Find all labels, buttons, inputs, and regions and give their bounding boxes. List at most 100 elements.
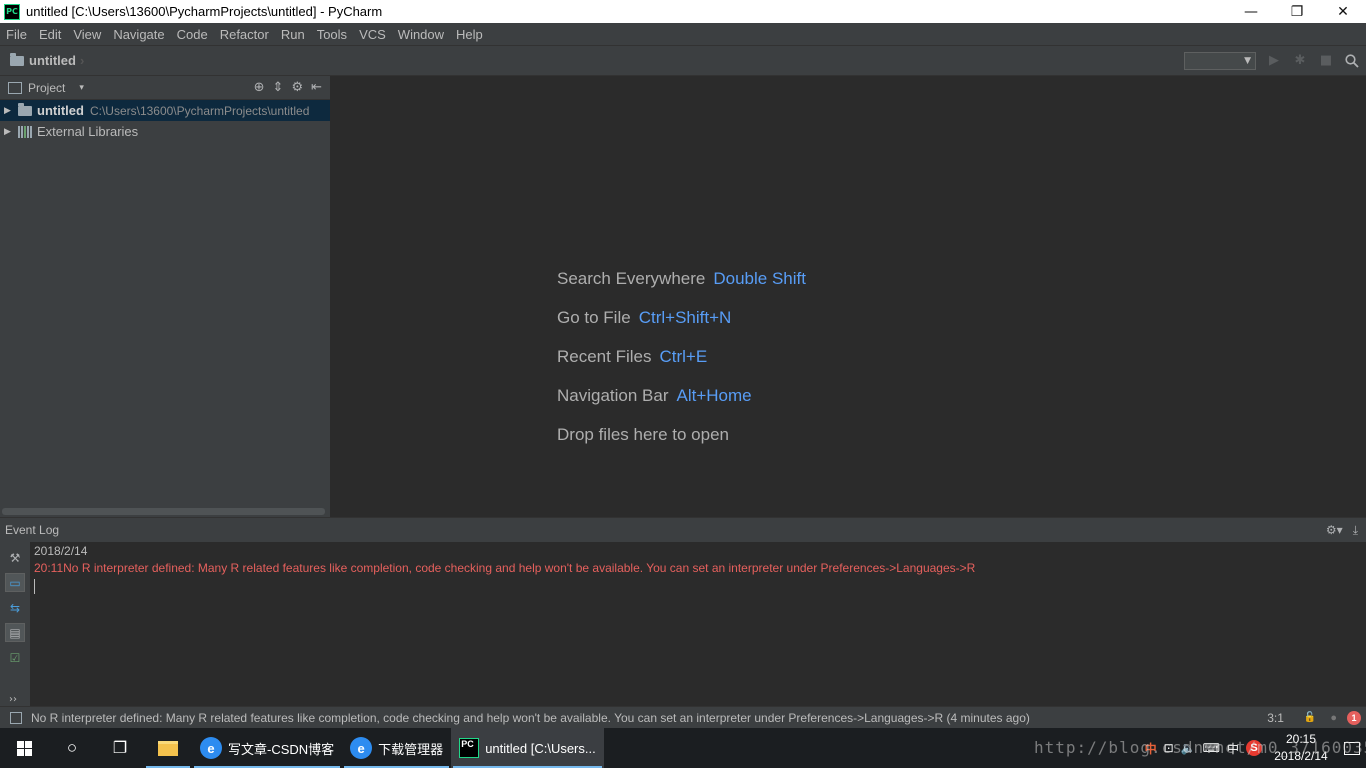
tree-item-label: External Libraries xyxy=(37,124,139,139)
input-language[interactable]: 中 xyxy=(1227,740,1239,757)
taskbar-app-label: 下载管理器 xyxy=(378,741,444,757)
hint-navigation-bar: Navigation Bar Alt+Home xyxy=(557,386,752,405)
taskbar-app-label: untitled [C:\Users... xyxy=(485,740,596,756)
tree-item-external-libraries[interactable]: ▶ External Libraries xyxy=(0,121,330,142)
inspector-icon[interactable]: ● xyxy=(1330,712,1337,724)
taskbar-app-pycharm[interactable]: PC untitled [C:\Users... xyxy=(451,728,604,768)
editor-area[interactable]: Search Everywhere Double Shift Go to File… xyxy=(332,76,1366,517)
file-explorer-icon xyxy=(158,740,178,756)
shortcut-label: Double Shift xyxy=(713,269,806,288)
hint-recent-files: Recent Files Ctrl+E xyxy=(557,347,708,366)
log-time: 20:11 xyxy=(34,561,64,575)
hide-panel-icon[interactable]: ⤓ xyxy=(1353,523,1358,538)
lock-icon[interactable]: 🔓 xyxy=(1304,712,1316,723)
hide-panel-icon[interactable]: ⇤ xyxy=(311,80,322,95)
editor-empty-hints: Search Everywhere Double Shift Go to File… xyxy=(557,269,806,464)
mark-read-icon[interactable]: ☑ xyxy=(5,648,25,667)
run-icon[interactable]: ▶ xyxy=(1266,53,1282,69)
gear-icon[interactable]: ⚙▾ xyxy=(1326,523,1343,538)
taskbar-app-download-manager[interactable]: e 下载管理器 xyxy=(342,728,451,768)
action-center-icon[interactable] xyxy=(1344,741,1360,755)
status-message[interactable]: No R interpreter defined: Many R related… xyxy=(31,711,1030,725)
event-log-tools: ⚙▾ ⤓ xyxy=(1326,523,1358,538)
sogou-input-icon[interactable]: S xyxy=(1246,740,1262,756)
folder-icon xyxy=(10,52,24,66)
shortcut-label: Alt+Home xyxy=(676,386,752,405)
restore-button[interactable]: ❐ xyxy=(1274,0,1320,23)
menu-vcs[interactable]: VCS xyxy=(353,27,392,42)
collapse-all-icon[interactable]: ⇕ xyxy=(273,80,284,95)
menu-file[interactable]: File xyxy=(0,27,33,42)
expand-arrow-icon[interactable]: ▶ xyxy=(0,126,18,137)
more-icon[interactable]: ›› xyxy=(9,694,17,705)
notification-badge[interactable]: 1 xyxy=(1347,710,1361,725)
network-icon[interactable]: ⊡ xyxy=(1164,741,1174,755)
horizontal-scrollbar[interactable] xyxy=(2,508,325,515)
library-icon xyxy=(18,125,32,138)
window-title-bar: PC untitled [C:\Users\13600\PycharmProje… xyxy=(0,0,1366,23)
menu-refactor[interactable]: Refactor xyxy=(214,27,275,42)
toolbar-actions: ▼ ▶ ✱ ■ xyxy=(1184,51,1360,70)
gear-icon[interactable]: ⚙ xyxy=(291,80,303,95)
taskbar-file-explorer[interactable] xyxy=(144,728,192,768)
breadcrumb[interactable]: untitled › xyxy=(10,52,85,68)
start-button[interactable] xyxy=(0,728,48,768)
ime-indicator[interactable]: 中 xyxy=(1145,740,1157,757)
system-clock[interactable]: 20:15 2018/2/14 xyxy=(1269,731,1333,765)
log-date: 2018/2/14 xyxy=(34,544,88,558)
windows-logo-icon xyxy=(16,740,32,756)
menu-help[interactable]: Help xyxy=(450,27,489,42)
search-icon[interactable]: ○ xyxy=(48,728,96,768)
tool-windows-toggle-icon[interactable] xyxy=(10,711,22,724)
project-panel-title[interactable]: Project xyxy=(28,81,65,95)
breadcrumb-separator: › xyxy=(79,53,85,68)
menu-run[interactable]: Run xyxy=(275,27,311,42)
menu-view[interactable]: View xyxy=(67,27,107,42)
scroll-from-source-icon[interactable]: ⊕ xyxy=(254,80,265,95)
tree-item-project-root[interactable]: ▶ untitled C:\Users\13600\PycharmProject… xyxy=(0,100,330,121)
volume-icon[interactable]: 🔈 xyxy=(1181,741,1196,755)
pycharm-icon: PC xyxy=(459,738,480,758)
minimize-button[interactable]: — xyxy=(1228,0,1274,23)
balloon-icon[interactable]: ▭ xyxy=(5,573,25,592)
taskbar-app-label: 写文章-CSDN博客 xyxy=(228,741,335,757)
settings-wrench-icon[interactable]: ⚒ xyxy=(5,548,25,567)
log-message: No R interpreter defined: Many R related… xyxy=(63,561,976,575)
pycharm-app-icon: PC xyxy=(4,3,20,20)
status-bar: No R interpreter defined: Many R related… xyxy=(0,706,1366,728)
folder-icon xyxy=(18,102,32,116)
shortcut-label: Ctrl+E xyxy=(659,347,708,366)
menu-bar: File Edit View Navigate Code Refactor Ru… xyxy=(0,23,1366,45)
close-button[interactable]: ✕ xyxy=(1320,0,1366,23)
caret-position[interactable]: 3:1 xyxy=(1267,711,1284,725)
menu-edit[interactable]: Edit xyxy=(33,27,67,42)
scroll-to-end-icon[interactable]: ▤ xyxy=(5,623,25,642)
project-panel-tools: ⊕ ⇕ ⚙ ⇤ xyxy=(254,80,322,95)
menu-navigate[interactable]: Navigate xyxy=(107,27,170,42)
run-configuration-select[interactable]: ▼ xyxy=(1184,51,1256,70)
menu-tools[interactable]: Tools xyxy=(311,27,353,42)
keyboard-icon[interactable]: ⌨ xyxy=(1203,741,1220,755)
stop-icon[interactable]: ■ xyxy=(1318,53,1334,69)
menu-window[interactable]: Window xyxy=(392,27,450,42)
debug-icon[interactable]: ✱ xyxy=(1292,53,1308,69)
window-title: untitled [C:\Users\13600\PycharmProjects… xyxy=(26,4,383,19)
soft-wraps-icon[interactable]: ⇆ xyxy=(5,598,25,617)
menu-code[interactable]: Code xyxy=(171,27,214,42)
taskbar-app-browser-csdn[interactable]: e 写文章-CSDN博客 xyxy=(192,728,342,768)
browser-icon: e xyxy=(200,737,222,759)
tree-item-label: untitled xyxy=(37,103,84,118)
system-tray: 中 ⊡ 🔈 ⌨ 中 S 20:15 2018/2/14 xyxy=(1145,731,1360,765)
breadcrumb-project: untitled xyxy=(29,53,76,68)
event-log-content[interactable]: 2018/2/14 20:11No R interpreter defined:… xyxy=(34,544,975,594)
search-icon[interactable] xyxy=(1344,53,1360,69)
text-caret xyxy=(34,579,35,594)
task-view-icon[interactable]: ❐ xyxy=(96,728,144,768)
project-panel-header: Project ▾ ⊕ ⇕ ⚙ ⇤ xyxy=(0,76,330,100)
window-controls: — ❐ ✕ xyxy=(1228,0,1366,23)
event-log-sidebar: ⚒ ▭ ⇆ ▤ ☑ ›› xyxy=(0,542,30,707)
hint-go-to-file: Go to File Ctrl+Shift+N xyxy=(557,308,732,327)
event-log-tool-window: Event Log ⚙▾ ⤓ ⚒ ▭ ⇆ ▤ ☑ ›› 2018/2/14 20… xyxy=(0,517,1366,707)
expand-arrow-icon[interactable]: ▶ xyxy=(0,105,18,116)
chevron-down-icon[interactable]: ▾ xyxy=(79,83,84,93)
